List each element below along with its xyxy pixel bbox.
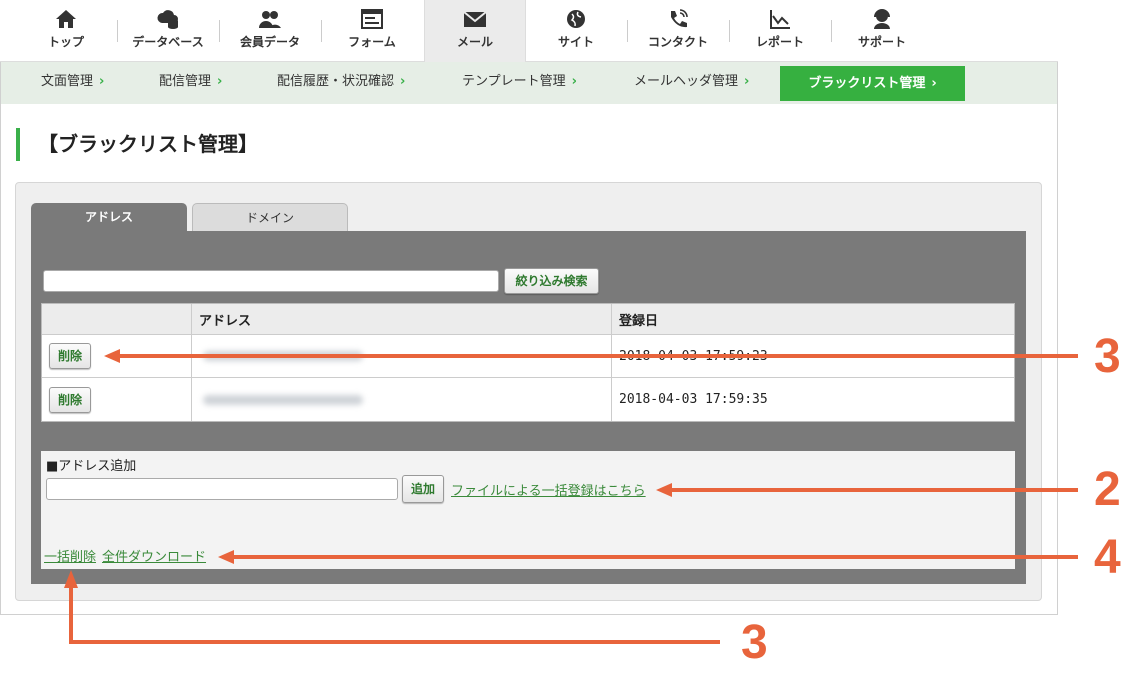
callout-number: 2	[1094, 463, 1121, 516]
callout-number: 4	[1094, 531, 1121, 584]
callout-number: 3	[1094, 330, 1121, 383]
annotation-arrows	[64, 349, 1078, 644]
callout-number: 3	[741, 616, 768, 669]
